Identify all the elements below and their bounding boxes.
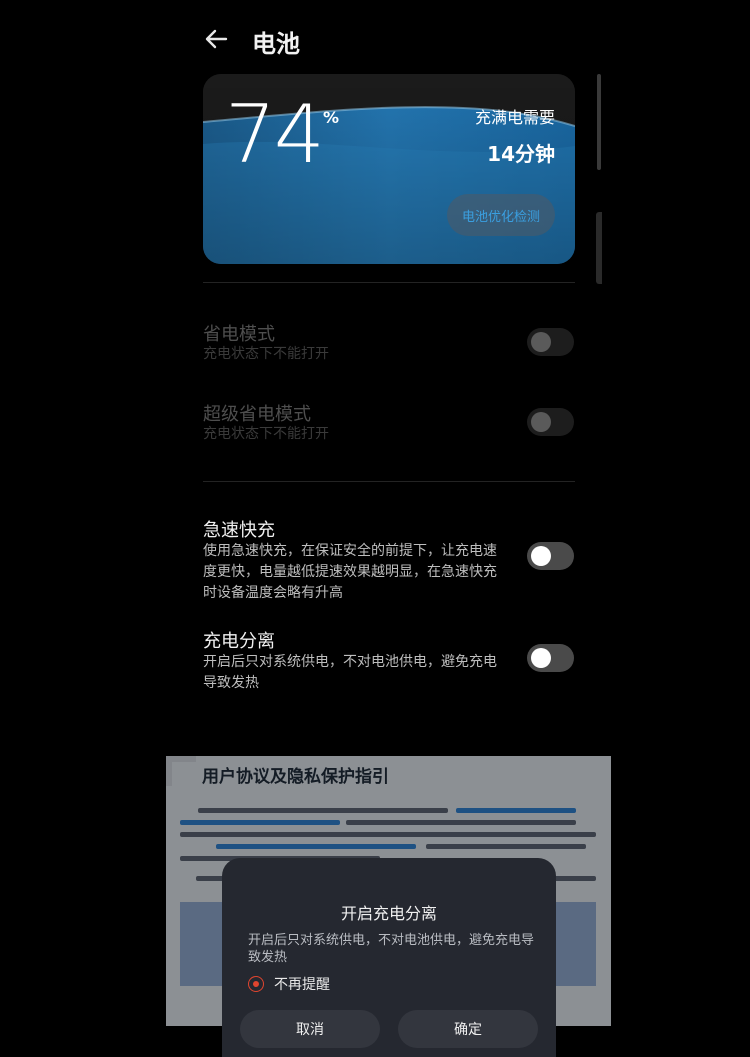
charge-separation-subtitle: 开启后只对系统供电，不对电池供电，避免充电导致发热	[203, 654, 497, 691]
dont-remind-radio[interactable]	[248, 976, 264, 992]
confirm-button[interactable]: 确定	[398, 1010, 538, 1048]
super-power-save-mode-toggle[interactable]	[527, 408, 574, 436]
scrollbar-thumb[interactable]	[597, 74, 601, 170]
divider	[203, 282, 575, 283]
super-power-save-mode-subtitle: 充电状态下不能打开	[203, 426, 329, 442]
battery-percent: 74	[225, 88, 325, 181]
cancel-button[interactable]: 取消	[240, 1010, 380, 1048]
back-arrow-icon[interactable]	[202, 24, 232, 54]
fast-charge-subtitle: 使用急速快充，在保证安全的前提下，让充电速度更快，电量越低提速效果越明显，在急速…	[203, 543, 497, 601]
divider	[203, 481, 575, 482]
super-power-save-mode-title: 超级省电模式	[203, 404, 311, 425]
fast-charge-title: 急速快充	[203, 520, 275, 541]
battery-status-card: 74 % 充满电需要 14分钟 电池优化检测	[203, 74, 575, 264]
dialog-title: 开启充电分离	[340, 904, 437, 923]
time-to-full-label: 充满电需要	[474, 108, 555, 127]
dialog-message: 开启后只对系统供电，不对电池供电，避免充电导致发热	[248, 933, 535, 965]
charge-separation-dialog: 开启充电分离 开启后只对系统供电，不对电池供电，避免充电导致发热 不再提醒 取消…	[222, 858, 556, 1057]
side-pull-tab[interactable]	[596, 212, 602, 284]
page-title: 电池	[252, 30, 300, 58]
fast-charge-toggle[interactable]	[527, 542, 574, 570]
battery-optimize-check-button[interactable]: 电池优化检测	[447, 194, 555, 236]
percent-sign: %	[323, 108, 340, 127]
power-save-mode-subtitle: 充电状态下不能打开	[203, 346, 329, 362]
dont-remind-label[interactable]: 不再提醒	[274, 974, 330, 994]
power-save-mode-title: 省电模式	[203, 324, 275, 345]
time-to-full-value: 14分钟	[487, 142, 555, 166]
power-save-mode-toggle[interactable]	[527, 328, 574, 356]
charge-separation-title: 充电分离	[203, 631, 275, 652]
charge-separation-toggle[interactable]	[527, 644, 574, 672]
